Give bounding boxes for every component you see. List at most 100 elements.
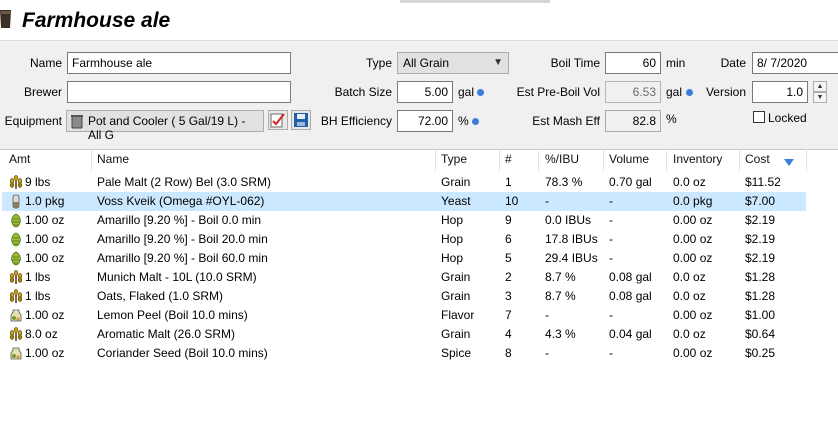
cell-cost: $1.00 [745,308,776,322]
cell-inv: 0.0 oz [673,289,706,303]
bh-efficiency-input[interactable]: 72.00 [397,110,453,132]
table-row[interactable]: 1.0 pkg Voss Kveik (Omega #OYL-062) Yeast 1… [2,192,806,211]
cell-amt: 1.00 oz [25,346,65,360]
type-select[interactable]: All Grain ▼ [397,52,509,74]
cell-pct: - [545,308,549,322]
equipment-label: Equipment [4,114,62,128]
boil-time-input[interactable]: 60 [605,52,661,74]
cell-num: 4 [505,327,512,341]
info-dot-icon[interactable] [477,89,484,96]
cell-pct: 8.7 % [545,270,576,284]
cell-cost: $2.19 [745,232,776,246]
batch-size-label: Batch Size [334,85,392,99]
cell-amt: 1.0 pkg [25,194,65,208]
chevron-up-icon[interactable]: ▲ [813,81,827,92]
table-row[interactable]: 1 lbs Munich Malt - 10L (10.0 SRM) Grain 2 8… [2,268,806,287]
equipment-select[interactable]: Pot and Cooler ( 5 Gal/19 L) - All G [66,110,264,142]
column-divider[interactable] [91,149,92,171]
mash-eff-unit: % [666,112,677,126]
cell-pct: 29.4 IBUs [545,251,598,265]
column-header-volume[interactable]: Volume [609,152,649,168]
cell-num: 9 [505,213,512,227]
cell-vol: 0.08 gal [609,289,652,303]
cell-pct: 17.8 IBUs [545,232,598,246]
cell-inv: 0.0 oz [673,270,706,284]
column-header-number[interactable]: # [505,152,512,168]
cell-name: Lemon Peel (Boil 10.0 mins) [97,308,248,322]
cell-type: Grain [441,175,471,189]
column-divider[interactable] [739,149,740,171]
version-stepper[interactable]: ▲ ▼ [813,81,827,103]
beer-glass-icon [0,9,11,29]
table-row[interactable]: 8.0 oz Aromatic Malt (26.0 SRM) Grain 4 4.3 … [2,325,806,344]
cell-name: Aromatic Malt (26.0 SRM) [97,327,236,341]
column-header-type[interactable]: Type [441,152,467,168]
yeast-icon [9,194,23,209]
cell-name: Oats, Flaked (1.0 SRM) [97,289,224,303]
info-dot-icon[interactable] [686,89,693,96]
column-divider[interactable] [499,149,500,171]
name-input[interactable]: Farmhouse ale [67,52,291,74]
date-input[interactable]: 8/ 7/2020 [752,52,838,74]
grain-icon [9,270,23,285]
table-row[interactable]: 1 lbs Oats, Flaked (1.0 SRM) Grain 3 8.7 % 0.… [2,287,806,306]
locked-checkbox[interactable] [753,111,765,123]
type-select-value: All Grain [403,56,450,70]
brewer-input[interactable] [67,81,291,103]
cell-type: Flavor [441,308,475,322]
bh-efficiency-label: BH Efficiency [320,114,392,128]
column-header-pct-ibu[interactable]: %/IBU [545,152,579,168]
edit-equipment-button[interactable] [268,110,288,130]
cell-cost: $1.28 [745,289,776,303]
mash-eff-label: Est Mash Eff [532,114,600,128]
chevron-down-icon: ▼ [493,57,503,68]
hop-icon [9,213,23,228]
cell-amt: 1.00 oz [25,232,65,246]
cell-num: 6 [505,232,512,246]
column-header-cost[interactable]: Cost [745,152,770,168]
batch-size-input[interactable]: 5.00 [397,81,453,103]
grain-icon [9,289,23,304]
cell-vol: 0.70 gal [609,175,652,189]
cell-cost: $2.19 [745,251,776,265]
column-header-amt[interactable]: Amt [9,152,30,168]
table-row[interactable]: 1.00 oz Lemon Peel (Boil 10.0 mins) Flavor… [2,306,806,325]
cell-name: Amarillo [9.20 %] - Boil 0.0 min [97,213,262,227]
date-label: Date [720,56,746,70]
cell-type: Hop [441,232,464,246]
column-divider[interactable] [666,149,667,171]
cell-inv: 0.00 oz [673,308,713,322]
bh-efficiency-unit: % [458,114,469,128]
pot-icon [71,114,83,132]
cell-amt: 1.00 oz [25,308,65,322]
table-row[interactable]: 1.00 oz Amarillo [9.20 %] - Boil 0.0 min H… [2,211,806,230]
table-row[interactable]: 1.00 oz Coriander Seed (Boil 10.0 mins) Sp… [2,344,806,363]
cell-type: Spice [441,346,472,360]
hop-icon [9,251,23,266]
info-dot-icon[interactable] [472,118,479,125]
cell-vol: - [609,346,613,360]
column-divider[interactable] [603,149,604,171]
cell-num: 1 [505,175,512,189]
column-divider[interactable] [538,149,539,171]
batch-size-unit: gal [458,85,475,99]
cell-num: 8 [505,346,512,360]
column-divider[interactable] [435,149,436,171]
table-row[interactable]: 1.00 oz Amarillo [9.20 %] - Boil 20.0 min… [2,230,806,249]
cell-amt: 1 lbs [25,270,51,284]
table-row[interactable]: 9 lbs Pale Malt (2 Row) Bel (3.0 SRM) Grai… [2,173,806,192]
column-divider[interactable] [806,149,807,171]
save-equipment-button[interactable] [291,110,311,130]
column-header-name[interactable]: Name [97,152,129,168]
table-row[interactable]: 1.00 oz Amarillo [9.20 %] - Boil 60.0 min… [2,249,806,268]
pre-boil-unit: gal [666,85,683,99]
hop-icon [9,232,23,247]
filter-triangle-icon[interactable] [784,156,794,170]
cell-pct: 8.7 % [545,289,576,303]
column-header-inventory[interactable]: Inventory [673,152,722,168]
cell-vol: 0.04 gal [609,327,652,341]
cell-type: Grain [441,289,471,303]
chevron-down-icon[interactable]: ▼ [813,92,827,103]
version-input[interactable]: 1.0 [752,81,808,103]
mash-eff-value: 82.8 [605,110,661,132]
